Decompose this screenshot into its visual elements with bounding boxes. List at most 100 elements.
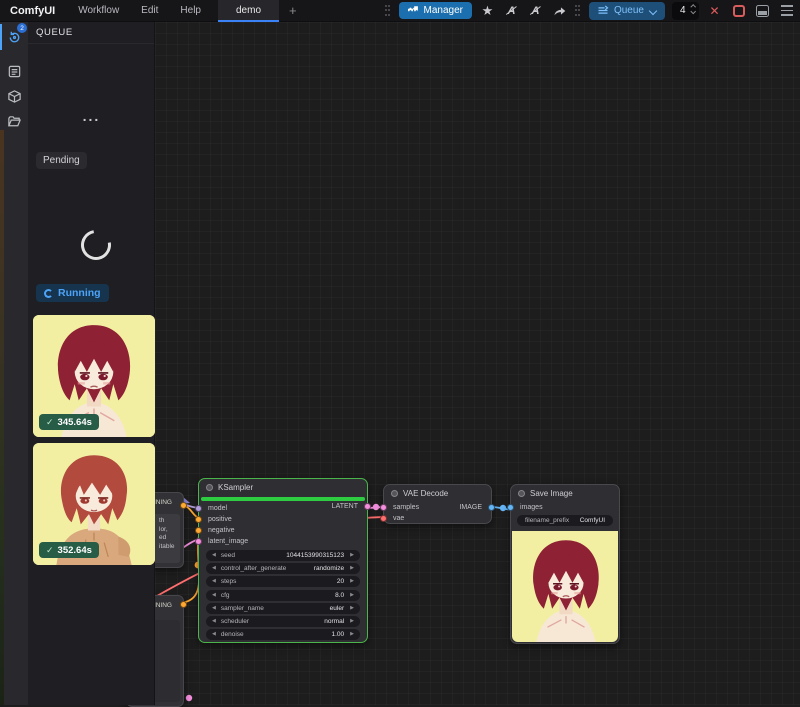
saved-image-preview[interactable]	[512, 531, 618, 642]
input-slot-images[interactable]: images	[511, 502, 619, 513]
node-title: KSampler	[218, 483, 253, 492]
widget-scheduler[interactable]: ◀ scheduler normal ▶	[206, 616, 360, 627]
increment-icon[interactable]: ▶	[350, 566, 354, 571]
queue-result-thumbnail[interactable]: ✓ 345.64s	[33, 315, 155, 437]
workflow-tab-demo[interactable]: demo	[218, 0, 279, 22]
node-library-icon	[7, 64, 22, 79]
bottom-panel-toggle-button[interactable]	[754, 2, 771, 19]
increment-icon[interactable]: ▶	[350, 619, 354, 624]
decrement-icon[interactable]: ◀	[212, 593, 216, 598]
increment-icon[interactable]: ▶	[350, 579, 354, 584]
node-vae-decode[interactable]: VAE Decode samples IMAGE vae	[383, 484, 492, 524]
decrement-icon[interactable]: ◀	[212, 553, 216, 558]
latent-image-input-dot[interactable]	[195, 538, 202, 545]
queue-button[interactable]: Queue	[589, 2, 665, 20]
images-input-dot[interactable]	[507, 504, 514, 511]
open-folder-icon	[7, 114, 22, 129]
positive-input-dot[interactable]	[195, 516, 202, 523]
conditioning-output-dot[interactable]	[180, 502, 187, 509]
input-slot-latent-image[interactable]: latent_image	[199, 536, 367, 547]
node-header[interactable]: KSampler	[199, 479, 367, 496]
node-header[interactable]: VAE Decode	[384, 485, 491, 502]
batch-count-input[interactable]: 4	[672, 2, 699, 20]
autocomplete-toggle-icon[interactable]: A	[503, 2, 520, 19]
manager-button[interactable]: Manager	[399, 2, 472, 19]
duration-badge: ✓ 345.64s	[39, 414, 99, 430]
comfyui-window: NNING th lor, ed itable NNING KSampler m…	[0, 0, 800, 705]
check-icon: ✓	[46, 417, 54, 428]
top-menubar: ComfyUI Workflow Edit Help demo + Manage…	[0, 0, 800, 22]
output-slot-latent[interactable]: LATENT	[332, 501, 367, 512]
input-slot-negative[interactable]: negative	[199, 525, 367, 536]
widget-cfg[interactable]: ◀ cfg 8.0 ▶	[206, 590, 360, 601]
queue-list-icon	[597, 5, 609, 16]
collapse-dot-icon[interactable]	[391, 490, 398, 497]
widget-denoise[interactable]: ◀ denoise 1.00 ▶	[206, 629, 360, 640]
increment-icon[interactable]: ▶	[350, 632, 354, 637]
queue-sidebar-panel: QUEUE ... Pending Running ✓ 345.64s ✓ 35…	[28, 22, 155, 705]
model-box-icon	[7, 89, 22, 104]
drag-grip-icon[interactable]	[575, 5, 582, 17]
share-button[interactable]	[551, 2, 568, 19]
conditioning-output-dot[interactable]	[180, 601, 187, 608]
image-output-dot[interactable]	[488, 504, 495, 511]
decrement-icon[interactable]	[691, 10, 696, 15]
increment-icon[interactable]: ▶	[350, 553, 354, 558]
sidebar-item-queue[interactable]: 2	[0, 22, 28, 52]
widget-control-after-generate[interactable]: ◀ control_after_generate randomize ▶	[206, 563, 360, 574]
latent-output-dot[interactable]	[364, 503, 371, 510]
node-save-image[interactable]: Save Image images filename_prefix ComfyU…	[510, 484, 620, 644]
spellcheck-toggle-icon[interactable]: A	[527, 2, 544, 19]
menu-edit[interactable]: Edit	[130, 5, 169, 16]
decrement-icon[interactable]: ◀	[212, 579, 216, 584]
duration-badge: ✓ 352.64s	[39, 542, 99, 558]
increment-icon[interactable]: ▶	[350, 606, 354, 611]
menu-help[interactable]: Help	[169, 5, 212, 16]
running-spinner-icon	[44, 289, 53, 298]
widget-seed[interactable]: ◀ seed 1044153990315123 ▶	[206, 550, 360, 561]
menu-burger-button[interactable]	[778, 2, 795, 19]
decrement-icon[interactable]: ◀	[212, 619, 216, 624]
node-title: Save Image	[530, 489, 573, 498]
sidebar-rail: 2	[0, 22, 28, 705]
desktop-wallpaper-edge	[0, 130, 4, 705]
vae-input-dot[interactable]	[380, 515, 387, 522]
output-slot-image[interactable]: IMAGE	[459, 502, 491, 513]
node-ksampler[interactable]: KSampler model LATENT positive negative …	[198, 478, 368, 643]
app-logo[interactable]: ComfyUI	[0, 5, 67, 17]
cancel-run-button[interactable]: ✕	[706, 2, 723, 19]
widget-steps[interactable]: ◀ steps 20 ▶	[206, 576, 360, 587]
check-icon: ✓	[46, 545, 54, 556]
samples-input-dot[interactable]	[380, 504, 387, 511]
node-header[interactable]: Save Image	[511, 485, 619, 502]
decrement-icon[interactable]: ◀	[212, 566, 216, 571]
new-workflow-button[interactable]: +	[279, 3, 307, 18]
pending-section-label[interactable]: Pending	[36, 152, 87, 169]
input-slot-vae[interactable]: vae	[384, 513, 491, 524]
share-arrow-icon	[553, 5, 566, 17]
decrement-icon[interactable]: ◀	[212, 632, 216, 637]
menu-workflow[interactable]: Workflow	[67, 5, 130, 16]
queue-result-thumbnail[interactable]: ✓ 352.64s	[33, 443, 155, 565]
queue-panel-title: QUEUE	[28, 22, 154, 44]
decrement-icon[interactable]: ◀	[212, 606, 216, 611]
negative-input-dot[interactable]	[195, 527, 202, 534]
star-button[interactable]: ★	[479, 2, 496, 19]
loading-spinner	[75, 224, 117, 266]
chevron-down-icon[interactable]	[649, 7, 657, 15]
sidebar-item-workflows[interactable]	[0, 106, 28, 136]
widget-sampler-name[interactable]: ◀ sampler_name euler ▶	[206, 603, 360, 614]
drag-grip-icon[interactable]	[385, 5, 392, 17]
widget-filename-prefix[interactable]: filename_prefix ComfyUI	[517, 515, 613, 526]
puzzle-icon	[408, 5, 419, 16]
increment-icon[interactable]: ▶	[350, 593, 354, 598]
running-section-label[interactable]: Running	[36, 284, 109, 302]
queue-count-badge: 2	[17, 23, 27, 33]
model-input-dot[interactable]	[195, 505, 202, 512]
queue-more-button[interactable]: ...	[28, 108, 155, 124]
collapse-dot-icon[interactable]	[206, 484, 213, 491]
node-title: VAE Decode	[403, 489, 448, 498]
collapse-dot-icon[interactable]	[518, 490, 525, 497]
input-slot-positive[interactable]: positive	[199, 514, 367, 525]
stop-button[interactable]	[730, 2, 747, 19]
